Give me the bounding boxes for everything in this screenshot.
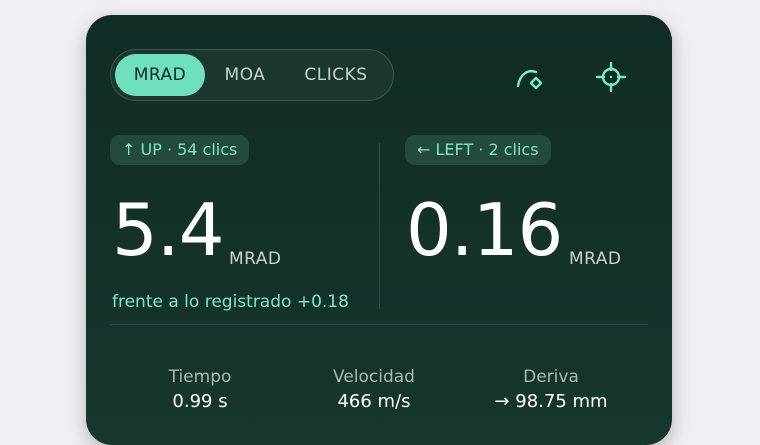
stat-velocity-label: Velocidad bbox=[333, 367, 415, 387]
stat-time-value: 0.99 s bbox=[172, 391, 228, 412]
unit-option-moa[interactable]: MOA bbox=[211, 54, 279, 96]
unit-option-clicks[interactable]: CLICKS bbox=[283, 54, 389, 96]
range-arc-icon[interactable] bbox=[512, 59, 548, 95]
arrow-up-icon: ↑ bbox=[122, 140, 136, 159]
crosshair-icon[interactable] bbox=[593, 59, 629, 95]
arrow-left-icon: ← bbox=[417, 140, 431, 159]
unit-option-mrad[interactable]: MRAD bbox=[115, 54, 205, 96]
stat-drift-label: Deriva bbox=[523, 367, 579, 387]
stat-drift-value-row: → 98.75 mm bbox=[461, 389, 641, 415]
stats-divider bbox=[110, 324, 648, 325]
windage-chip-label: LEFT · 2 clics bbox=[435, 140, 539, 159]
stat-time-label: Tiempo bbox=[168, 367, 232, 387]
elevation-value: 5.4 bbox=[112, 188, 225, 272]
elevation-unit: MRAD bbox=[229, 249, 282, 269]
elevation-clicks-chip: ↑ UP · 54 clics bbox=[110, 135, 250, 165]
elevation-chip-label: UP · 54 clics bbox=[140, 140, 238, 159]
stat-time: Tiempo 0.99 s bbox=[110, 365, 290, 415]
stat-drift-value: 98.75 mm bbox=[515, 391, 608, 412]
elevation-delta: frente a lo registrado +0.18 bbox=[112, 292, 349, 312]
windage-unit: MRAD bbox=[569, 249, 622, 269]
stat-velocity: Velocidad 466 m/s bbox=[284, 365, 464, 415]
column-divider bbox=[379, 143, 380, 309]
arrow-right-icon: → bbox=[494, 391, 510, 412]
ballistic-solution-card: MRAD MOA CLICKS ↑ UP · 54 clics 5.4 MRAD… bbox=[86, 15, 672, 445]
windage-clicks-chip: ← LEFT · 2 clics bbox=[405, 135, 551, 165]
stat-drift: Deriva → 98.75 mm bbox=[461, 365, 641, 415]
stat-velocity-value: 466 m/s bbox=[337, 391, 411, 412]
units-segmented-control: MRAD MOA CLICKS bbox=[110, 49, 394, 101]
windage-value: 0.16 bbox=[406, 188, 563, 272]
